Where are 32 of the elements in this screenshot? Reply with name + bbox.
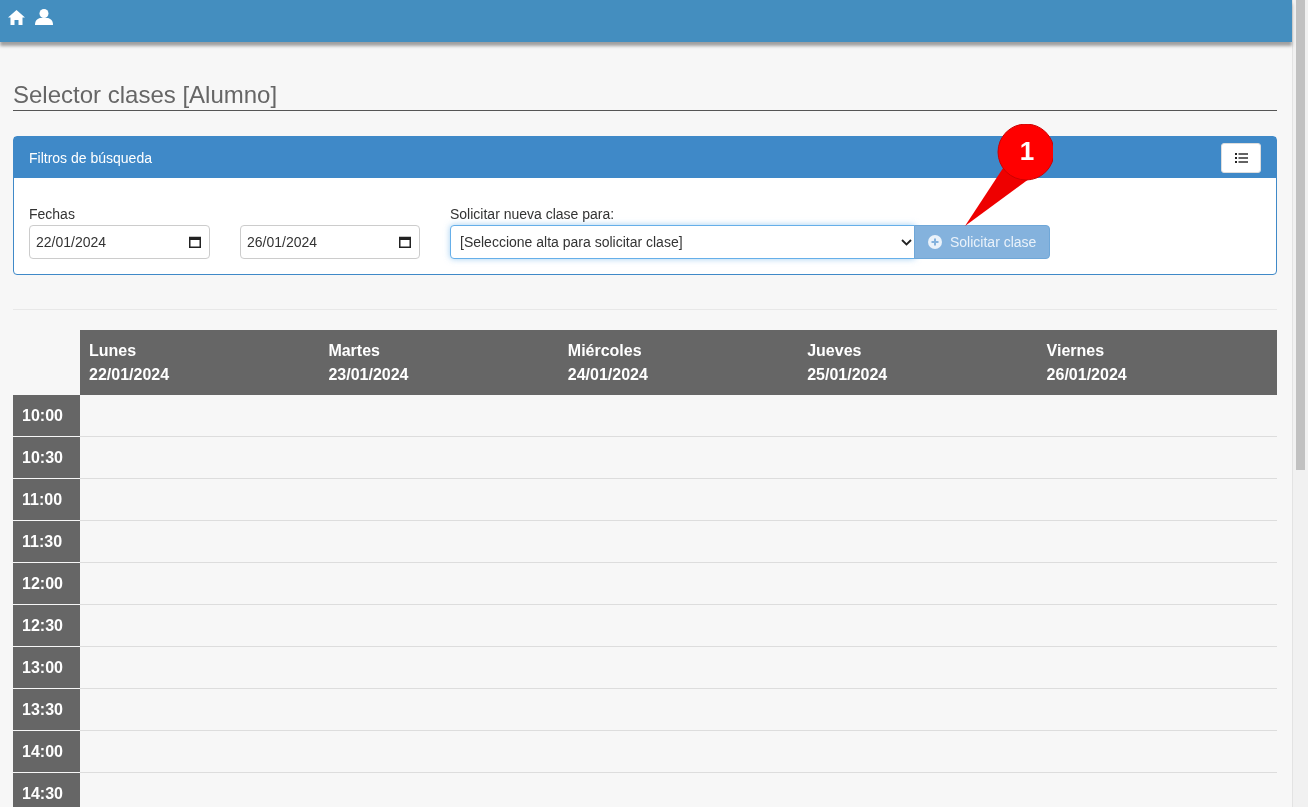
day-header: Jueves 25/01/2024: [798, 330, 1038, 395]
calendar-icon[interactable]: [399, 236, 411, 248]
time-cell: 14:30: [13, 773, 80, 807]
scrollbar[interactable]: [1292, 0, 1308, 807]
home-icon[interactable]: [8, 9, 25, 25]
day-header: Martes 23/01/2024: [319, 330, 559, 395]
list-view-button[interactable]: [1221, 142, 1261, 173]
day-header: Viernes 26/01/2024: [1037, 330, 1277, 395]
date-field[interactable]: 26/01/2024: [240, 225, 420, 259]
calendar-icon[interactable]: [189, 236, 201, 248]
time-cell: 13:30: [13, 689, 80, 731]
day-header: Lunes 22/01/2024: [80, 330, 320, 395]
time-cell: 10:00: [13, 395, 80, 437]
plus-circle-icon: [928, 235, 942, 249]
panel-title: Filtros de búsqueda: [29, 149, 152, 166]
time-cell: 11:00: [13, 479, 80, 521]
time-cell: 13:00: [13, 647, 80, 689]
field-label: Solicitar nueva clase para:: [450, 205, 616, 223]
page-title: Selector clases [Alumno]: [13, 80, 1277, 111]
time-cell: 10:30: [13, 437, 80, 479]
caret-icon: [901, 238, 912, 246]
time-cell: 12:30: [13, 605, 80, 647]
field-label: Fechas: [29, 205, 76, 223]
time-cell: 12:00: [13, 563, 80, 605]
list-icon: [1234, 152, 1248, 163]
scrollbar-thumb[interactable]: [1296, 0, 1305, 470]
user-icon[interactable]: [35, 9, 53, 25]
time-cell: 14:00: [13, 731, 80, 773]
select-field[interactable]: [Seleccione alta para solicitar clase]: [450, 225, 915, 259]
time-cell: 11:30: [13, 521, 80, 563]
day-header: Miércoles 24/01/2024: [558, 330, 799, 395]
date-field[interactable]: 22/01/2024: [29, 225, 210, 259]
